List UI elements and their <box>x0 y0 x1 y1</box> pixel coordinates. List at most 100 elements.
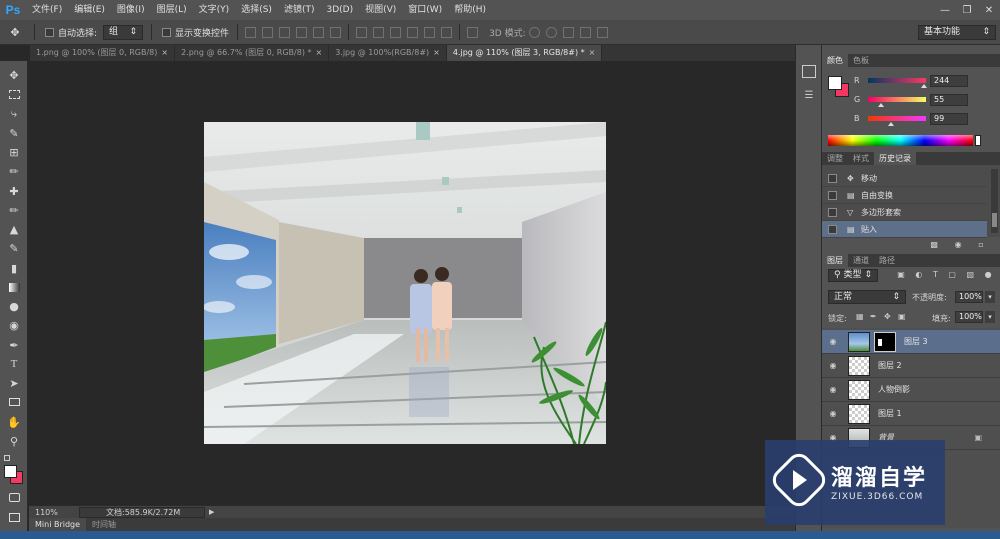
tab-adjustments[interactable]: 调整 <box>822 152 848 165</box>
tab-mini-bridge[interactable]: Mini Bridge <box>29 518 87 531</box>
tab-styles[interactable]: 样式 <box>848 152 874 165</box>
opacity-value[interactable]: 100% <box>955 291 983 303</box>
tab-doc-4[interactable]: 4.jpg @ 110% (图层 3, RGB/8#) * × <box>446 45 603 61</box>
close-icon[interactable]: × <box>161 48 168 57</box>
tab-doc-1[interactable]: 1.png @ 100% (图层 0, RGB/8) × <box>30 45 176 61</box>
3d-roll-icon[interactable] <box>545 26 557 38</box>
visibility-eye-icon[interactable]: ◉ <box>826 385 840 394</box>
visibility-eye-icon[interactable]: ◉ <box>826 337 840 346</box>
3d-pan-icon[interactable] <box>562 26 574 38</box>
history-item-polygon-lasso[interactable]: ▽ 多边形套索 <box>822 204 987 221</box>
close-icon[interactable]: × <box>316 48 323 57</box>
brush-tool-icon[interactable]: ✏ <box>6 202 22 218</box>
new-document-icon[interactable]: ▩ <box>930 240 938 250</box>
g-value[interactable]: 55 <box>930 94 968 106</box>
layer-mask-thumbnail[interactable] <box>874 331 896 352</box>
camera-icon[interactable]: ◉ <box>955 240 962 250</box>
quick-select-tool-icon[interactable]: ✎ <box>6 125 22 141</box>
tab-channels[interactable]: 通道 <box>848 254 874 267</box>
pixel-filter-icon[interactable]: ▣ <box>897 270 905 282</box>
menu-select[interactable]: 选择(S) <box>235 0 278 20</box>
foreground-color-swatch[interactable] <box>828 76 842 90</box>
auto-select-dropdown[interactable]: 组 ⇕ <box>103 24 144 40</box>
eyedropper-tool-icon[interactable]: ✏ <box>6 163 22 179</box>
menu-image[interactable]: 图像(I) <box>111 0 151 20</box>
tab-paths[interactable]: 路径 <box>874 254 900 267</box>
menu-help[interactable]: 帮助(H) <box>448 0 492 20</box>
marquee-tool-icon[interactable] <box>6 86 22 102</box>
shape-filter-icon[interactable]: ▢ <box>948 270 956 282</box>
auto-align-icon[interactable] <box>467 26 479 38</box>
tab-doc-2[interactable]: 2.png @ 66.7% (图层 0, RGB/8) * × <box>175 45 330 61</box>
layer-row-3[interactable]: ◉ 图层 3 <box>822 330 1000 354</box>
align-vcenter-icon[interactable] <box>262 26 274 38</box>
menu-file[interactable]: 文件(F) <box>26 0 68 20</box>
distribute-bottom-icon[interactable] <box>390 26 402 38</box>
dropdown-arrow-icon[interactable]: ▾ <box>985 291 995 303</box>
move-tool-icon[interactable]: ✥ <box>6 67 22 83</box>
status-menu-arrow-icon[interactable]: ▶ <box>209 508 214 516</box>
rectangle-tool-icon[interactable] <box>6 394 22 410</box>
foreground-color-swatch[interactable] <box>4 465 17 478</box>
g-slider-thumb[interactable] <box>877 103 884 107</box>
eraser-tool-icon[interactable]: ▮ <box>6 260 22 276</box>
tab-color[interactable]: 颜色 <box>822 54 848 67</box>
history-item-free-transform[interactable]: ▤ 自由变换 <box>822 187 987 204</box>
tab-history[interactable]: 历史记录 <box>874 152 916 165</box>
healing-brush-tool-icon[interactable]: ✚ <box>6 183 22 199</box>
align-hcenter-icon[interactable] <box>313 26 325 38</box>
blur-tool-icon[interactable]: ● <box>6 298 22 314</box>
r-value[interactable]: 244 <box>930 75 968 87</box>
menu-window[interactable]: 窗口(W) <box>402 0 448 20</box>
layer-filter-dropdown[interactable]: ⚲ 类型 ⇕ <box>828 269 878 282</box>
history-scrollbar[interactable] <box>991 169 998 233</box>
r-slider-thumb[interactable] <box>920 84 927 88</box>
properties-panel-icon[interactable]: ☰ <box>802 90 816 102</box>
lock-transparent-icon[interactable]: ▦ <box>856 312 864 321</box>
history-snapshot-checkbox[interactable] <box>828 190 837 200</box>
lock-pixels-icon[interactable]: ✒ <box>870 312 877 321</box>
3d-rotate-icon[interactable] <box>528 26 540 38</box>
r-slider[interactable] <box>868 78 926 83</box>
scrollbar-thumb[interactable] <box>992 213 997 227</box>
minimize-icon[interactable]: — <box>934 2 956 18</box>
align-bottom-icon[interactable] <box>279 26 291 38</box>
quick-mask-icon[interactable] <box>6 489 22 505</box>
close-icon[interactable]: × <box>589 48 596 57</box>
screen-mode-icon[interactable] <box>6 509 22 525</box>
zoom-tool-icon[interactable]: ⚲ <box>6 433 22 449</box>
zoom-level[interactable]: 110% <box>29 508 79 517</box>
align-right-icon[interactable] <box>330 26 342 38</box>
history-snapshot-checkbox[interactable] <box>828 207 837 217</box>
menu-type[interactable]: 文字(Y) <box>193 0 236 20</box>
white-swatch[interactable] <box>975 135 981 146</box>
document-image[interactable] <box>204 122 606 444</box>
history-snapshot-checkbox[interactable] <box>828 224 837 234</box>
tab-swatches[interactable]: 色板 <box>848 54 874 67</box>
distribute-vcenter-icon[interactable] <box>373 26 385 38</box>
type-filter-icon[interactable]: T <box>933 270 938 282</box>
b-value[interactable]: 99 <box>930 113 968 125</box>
distribute-hcenter-icon[interactable] <box>424 26 436 38</box>
layer-row-reflection[interactable]: ◉ 人物倒影 <box>822 378 1000 402</box>
history-item-move[interactable]: ✥ 移动 <box>822 170 987 187</box>
close-icon[interactable]: ✕ <box>978 2 1000 18</box>
smart-object-filter-icon[interactable]: ▧ <box>967 270 975 282</box>
b-slider[interactable] <box>868 116 926 121</box>
menu-filter[interactable]: 滤镜(T) <box>278 0 321 20</box>
filter-toggle-icon[interactable]: ● <box>985 270 992 282</box>
lasso-tool-icon[interactable]: ⤷ <box>6 106 22 122</box>
distribute-left-icon[interactable] <box>407 26 419 38</box>
type-tool-icon[interactable]: T <box>6 356 22 372</box>
align-top-icon[interactable] <box>245 26 257 38</box>
fill-value[interactable]: 100% <box>955 311 983 323</box>
menu-view[interactable]: 视图(V) <box>359 0 402 20</box>
history-item-paste-into[interactable]: ▤ 贴入 <box>822 221 987 238</box>
pen-tool-icon[interactable]: ✒ <box>6 337 22 353</box>
dropdown-arrow-icon[interactable]: ▾ <box>985 311 995 323</box>
history-snapshot-checkbox[interactable] <box>828 173 837 183</box>
tab-doc-3[interactable]: 3.jpg @ 100%(RGB/8#) × <box>329 45 447 61</box>
path-select-tool-icon[interactable]: ➤ <box>6 375 22 391</box>
layer-row-2[interactable]: ◉ 图层 2 <box>822 354 1000 378</box>
color-spectrum[interactable] <box>828 135 973 146</box>
